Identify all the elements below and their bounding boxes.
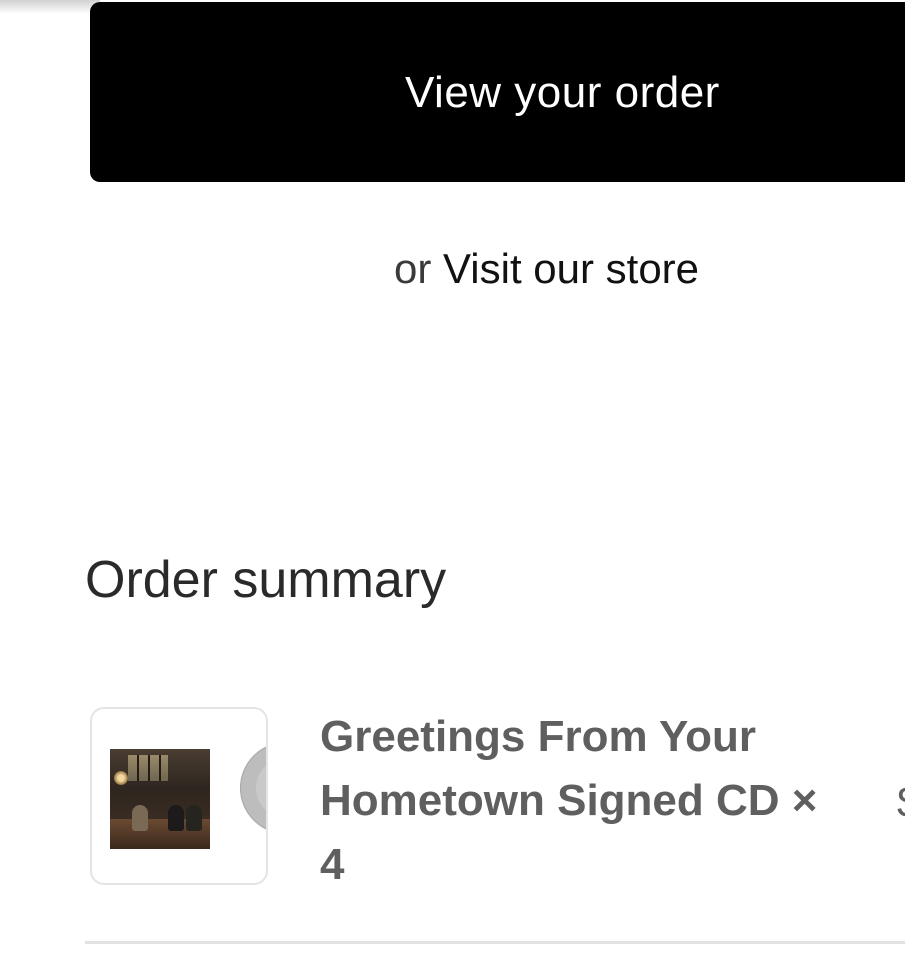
summary-divider xyxy=(85,941,905,944)
top-edge-shadow xyxy=(0,0,100,14)
product-thumbnail xyxy=(90,707,268,885)
cover-window-art xyxy=(128,755,168,781)
product-name: Greetings From Your Hometown Signed CD xyxy=(320,712,780,825)
cd-disc-image xyxy=(240,742,266,834)
view-order-button[interactable]: View your order xyxy=(90,2,905,182)
cut-off-price: $ xyxy=(897,778,905,828)
order-summary-title: Order summary xyxy=(85,551,447,609)
cover-figure-art xyxy=(168,805,184,831)
cover-figure-art xyxy=(132,805,148,831)
visit-store-link[interactable]: Visit our store xyxy=(443,245,699,292)
product-line-item: Greetings From Your Hometown Signed CD ×… xyxy=(320,705,840,897)
album-cover-image xyxy=(110,749,210,849)
secondary-action-line: or Visit our store xyxy=(394,245,699,293)
or-text: or xyxy=(394,245,432,292)
view-order-label: View your order xyxy=(405,68,720,117)
order-confirmation-page: View your order or Visit our store Order… xyxy=(0,0,905,960)
cover-lamp-art xyxy=(114,771,128,785)
cover-figure-art xyxy=(186,805,202,831)
